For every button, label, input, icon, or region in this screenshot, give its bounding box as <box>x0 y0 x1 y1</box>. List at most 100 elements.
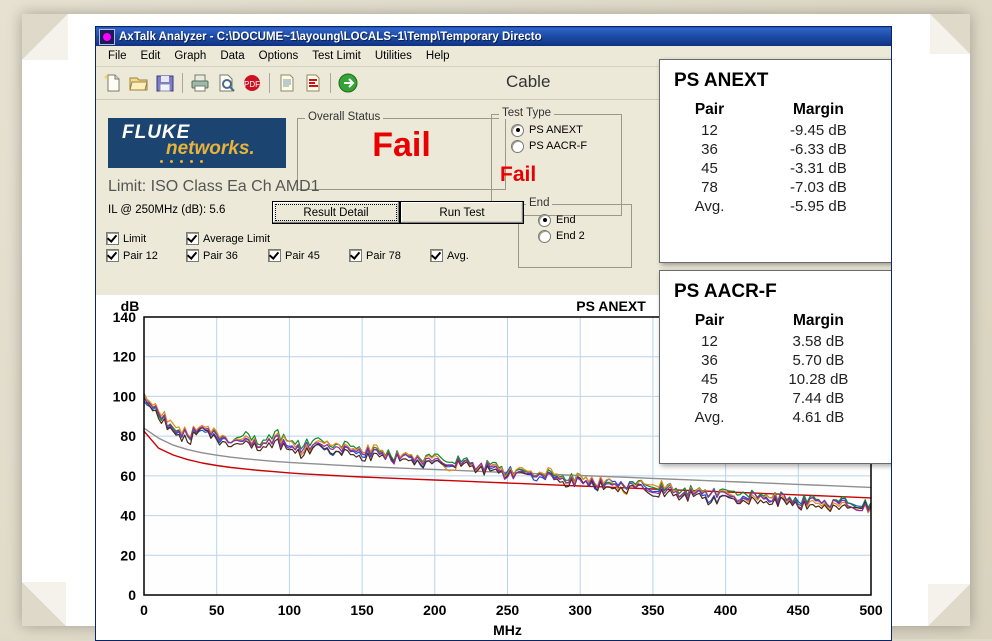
limit-label: Limit: ISO Class Ea Ch AMD1 <box>108 178 320 195</box>
checkbox-pair-45[interactable]: Pair 45 <box>268 249 349 262</box>
report-icon[interactable] <box>274 70 300 96</box>
status-cell: Fail <box>878 159 891 178</box>
checkbox-pair-36-label: Pair 36 <box>203 249 238 262</box>
page-fold-top-left-inner <box>22 14 68 60</box>
svg-text:500: 500 <box>859 602 883 618</box>
menu-item-edit[interactable]: Edit <box>134 48 168 64</box>
checkbox-pair-36[interactable]: Pair 36 <box>186 249 268 262</box>
checkbox-limit-label: Limit <box>123 232 147 245</box>
ps-anext-col-margin: Margin <box>792 101 844 118</box>
svg-text:100: 100 <box>278 602 302 618</box>
table-row: 12 -9.45 dB Fail <box>660 121 891 140</box>
svg-text:80: 80 <box>120 428 136 444</box>
svg-text:120: 120 <box>113 349 137 365</box>
table-row: 36 -6.33 dB Fail <box>660 140 891 159</box>
save-disk-icon[interactable] <box>152 70 178 96</box>
margin-cell: 10.28 dB <box>788 371 849 388</box>
status-cell: Pass <box>878 332 891 351</box>
margin-cell: 3.58 dB <box>792 333 845 350</box>
logo-text-networks: networks. <box>166 138 255 159</box>
ps-aacrf-col-status: Status <box>878 311 891 332</box>
checkbox-pair-36-box <box>186 249 199 262</box>
ps-aacrf-col-margin: Margin <box>792 312 844 329</box>
svg-text:20: 20 <box>120 547 136 563</box>
svg-text:60: 60 <box>120 468 136 484</box>
checkbox-pair-12-box <box>106 249 119 262</box>
print-icon[interactable] <box>187 70 213 96</box>
pair-cell: 36 <box>701 352 718 369</box>
checkbox-pair-45-box <box>268 249 281 262</box>
page-fold-bottom-left-inner <box>22 582 66 626</box>
table-row: 78 7.44 dB Pass <box>660 389 891 408</box>
menu-item-test-limit[interactable]: Test Limit <box>305 48 368 64</box>
checkbox-avg[interactable]: Avg. <box>430 249 469 262</box>
status-cell: Fail <box>878 121 891 140</box>
print-preview-icon[interactable] <box>213 70 239 96</box>
radio-end-1[interactable]: End <box>538 213 619 227</box>
table-row: Avg. -5.95 dB Fail <box>660 197 891 216</box>
svg-text:150: 150 <box>350 602 374 618</box>
table-row: 36 5.70 dB Pass <box>660 351 891 370</box>
svg-text:PDF: PDF <box>244 80 260 89</box>
pair-cell: Avg. <box>694 409 725 426</box>
menu-item-data[interactable]: Data <box>213 48 251 64</box>
menu-item-file[interactable]: File <box>101 48 134 64</box>
new-document-icon[interactable] <box>100 70 126 96</box>
pdf-export-icon[interactable]: PDF <box>239 70 265 96</box>
trace-toggles: Limit Average Limit Pair 12 Pair 36 Pair… <box>106 230 469 264</box>
ps-anext-table: Pair Margin Status 12 -9.45 dB Fail 36 -… <box>660 100 891 216</box>
status-cell: Pass <box>878 370 891 389</box>
radio-ps-aacrf-label: PS AACR-F <box>529 140 588 153</box>
open-folder-icon[interactable] <box>126 70 152 96</box>
status-cell: Pass <box>878 351 891 370</box>
run-arrow-icon[interactable] <box>335 70 361 96</box>
svg-text:50: 50 <box>209 602 225 618</box>
insertion-loss-label: IL @ 250MHz (dB): 5.6 <box>108 204 226 216</box>
checkbox-average-limit-label: Average Limit <box>203 232 271 245</box>
checkbox-pair-78-box <box>349 249 362 262</box>
trace-toggle-row-1: Limit Average Limit <box>106 230 469 247</box>
status-cell: Pass <box>878 389 891 408</box>
checkbox-pair-78[interactable]: Pair 78 <box>349 249 430 262</box>
ps-anext-result-window[interactable]: PS ANEXT Pair Margin Status 12 -9.45 dB … <box>659 59 891 263</box>
margin-cell: 5.70 dB <box>792 352 845 369</box>
trace-toggle-row-2: Pair 12 Pair 36 Pair 45 Pair 78 Avg. <box>106 247 469 264</box>
run-test-button[interactable]: Run Test <box>400 201 524 224</box>
ps-anext-col-status: Status <box>878 100 891 121</box>
axtalk-app-icon <box>99 28 115 45</box>
checkbox-limit[interactable]: Limit <box>106 232 186 245</box>
end-group: End End End 2 <box>518 197 632 268</box>
table-row: Avg. 4.61 dB Pass <box>660 408 891 427</box>
table-row: 45 -3.31 dB Fail <box>660 159 891 178</box>
svg-text:0: 0 <box>128 587 136 603</box>
checkbox-average-limit[interactable]: Average Limit <box>186 232 270 245</box>
margin-cell: -3.31 dB <box>790 160 847 177</box>
table-row: 45 10.28 dB Pass <box>660 370 891 389</box>
checkbox-pair-78-label: Pair 78 <box>366 249 401 262</box>
status-cell: Fail <box>878 197 891 216</box>
menu-item-help[interactable]: Help <box>419 48 457 64</box>
result-detail-button-label: Result Detail <box>303 206 369 219</box>
pair-cell: 45 <box>701 160 718 177</box>
end-group-legend: End <box>526 197 553 209</box>
menu-item-graph[interactable]: Graph <box>167 48 213 64</box>
radio-end-1-indicator <box>538 213 551 227</box>
margin-cell: 7.44 dB <box>792 390 845 407</box>
svg-text:200: 200 <box>423 602 447 618</box>
checkbox-avg-box <box>430 249 443 262</box>
menu-item-options[interactable]: Options <box>252 48 306 64</box>
checkbox-pair-12[interactable]: Pair 12 <box>106 249 186 262</box>
chart-report-icon[interactable] <box>300 70 326 96</box>
ps-aacrf-result-window[interactable]: PS AACR-F Pair Margin Status 12 3.58 dB … <box>659 270 891 464</box>
pair-cell: 78 <box>701 179 718 196</box>
fluke-networks-logo: FLUKE networks. <box>108 118 286 168</box>
radio-ps-aacrf[interactable]: PS AACR-F <box>511 139 609 153</box>
result-detail-button[interactable]: Result Detail <box>272 201 400 224</box>
margin-cell: -9.45 dB <box>790 122 847 139</box>
toolbar-title-text: Cable <box>506 72 551 91</box>
radio-end-2[interactable]: End 2 <box>538 229 619 243</box>
ps-anext-col-pair: Pair <box>694 101 725 118</box>
radio-ps-anext[interactable]: PS ANEXT <box>511 123 609 137</box>
menu-item-utilities[interactable]: Utilities <box>368 48 419 64</box>
svg-text:MHz: MHz <box>493 622 522 638</box>
